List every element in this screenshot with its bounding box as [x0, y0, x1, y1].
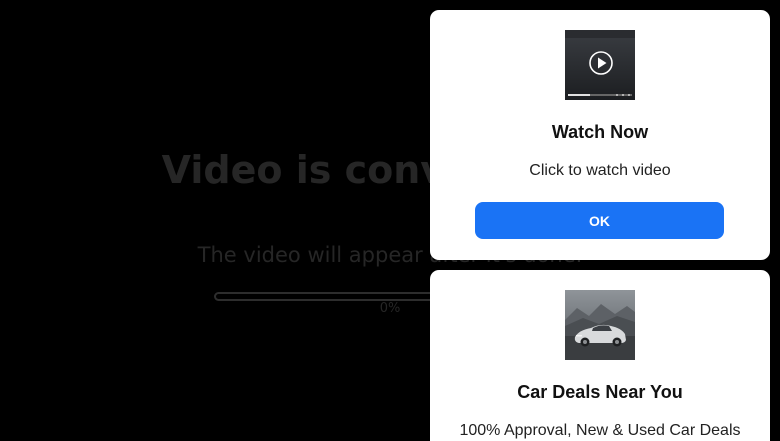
notification-card-watch-now[interactable]: Watch Now Click to watch video OK [430, 10, 770, 260]
video-thumbnail[interactable] [565, 30, 635, 100]
notification-card-car-deals[interactable]: Car Deals Near You 100% Approval, New & … [430, 270, 770, 441]
notification-description: 100% Approval, New & Used Car Deals [459, 422, 741, 439]
conversion-progress-label: 0% [379, 301, 401, 316]
video-thumbnail-play-icon [565, 30, 635, 100]
ok-button[interactable]: OK [475, 202, 724, 239]
notification-title: Watch Now [551, 122, 649, 142]
notification-title: Car Deals Near You [517, 382, 683, 402]
car-photo[interactable] [565, 290, 635, 360]
page: Video is converting... The video will ap… [0, 0, 780, 441]
car-photo-image [565, 290, 635, 360]
notification-description: Click to watch video [529, 162, 671, 179]
